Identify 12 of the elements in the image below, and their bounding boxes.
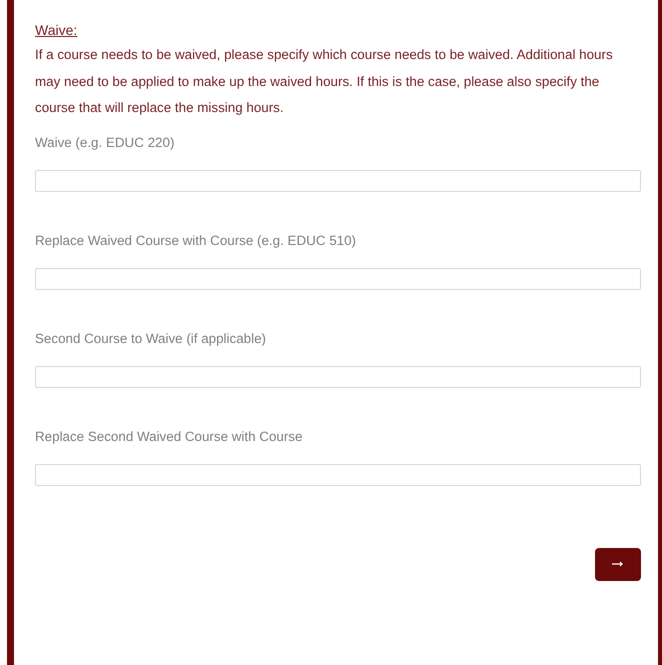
section-heading: Waive: bbox=[35, 21, 78, 40]
text-input[interactable] bbox=[35, 268, 641, 290]
arrow-right-icon bbox=[612, 561, 624, 567]
field-label: Replace Waived Course with Course (e.g. EDUC 510) bbox=[35, 232, 358, 250]
section-description: If a course needs to be waived, please specify which course needs to be waived. Additional hours may need to be applied to make up the waived hours. If this is the case, please also specify the course that will replace the missing hours. bbox=[35, 46, 614, 117]
text-input[interactable] bbox=[35, 366, 641, 388]
text-input[interactable] bbox=[35, 170, 641, 192]
field-label: Waive (e.g. EDUC 220) bbox=[35, 134, 176, 152]
field-label: Replace Second Waived Course with Course bbox=[35, 428, 304, 446]
field-label: Second Course to Waive (if applicable) bbox=[35, 330, 267, 348]
text-input[interactable] bbox=[35, 464, 641, 486]
next-button[interactable] bbox=[595, 548, 641, 580]
